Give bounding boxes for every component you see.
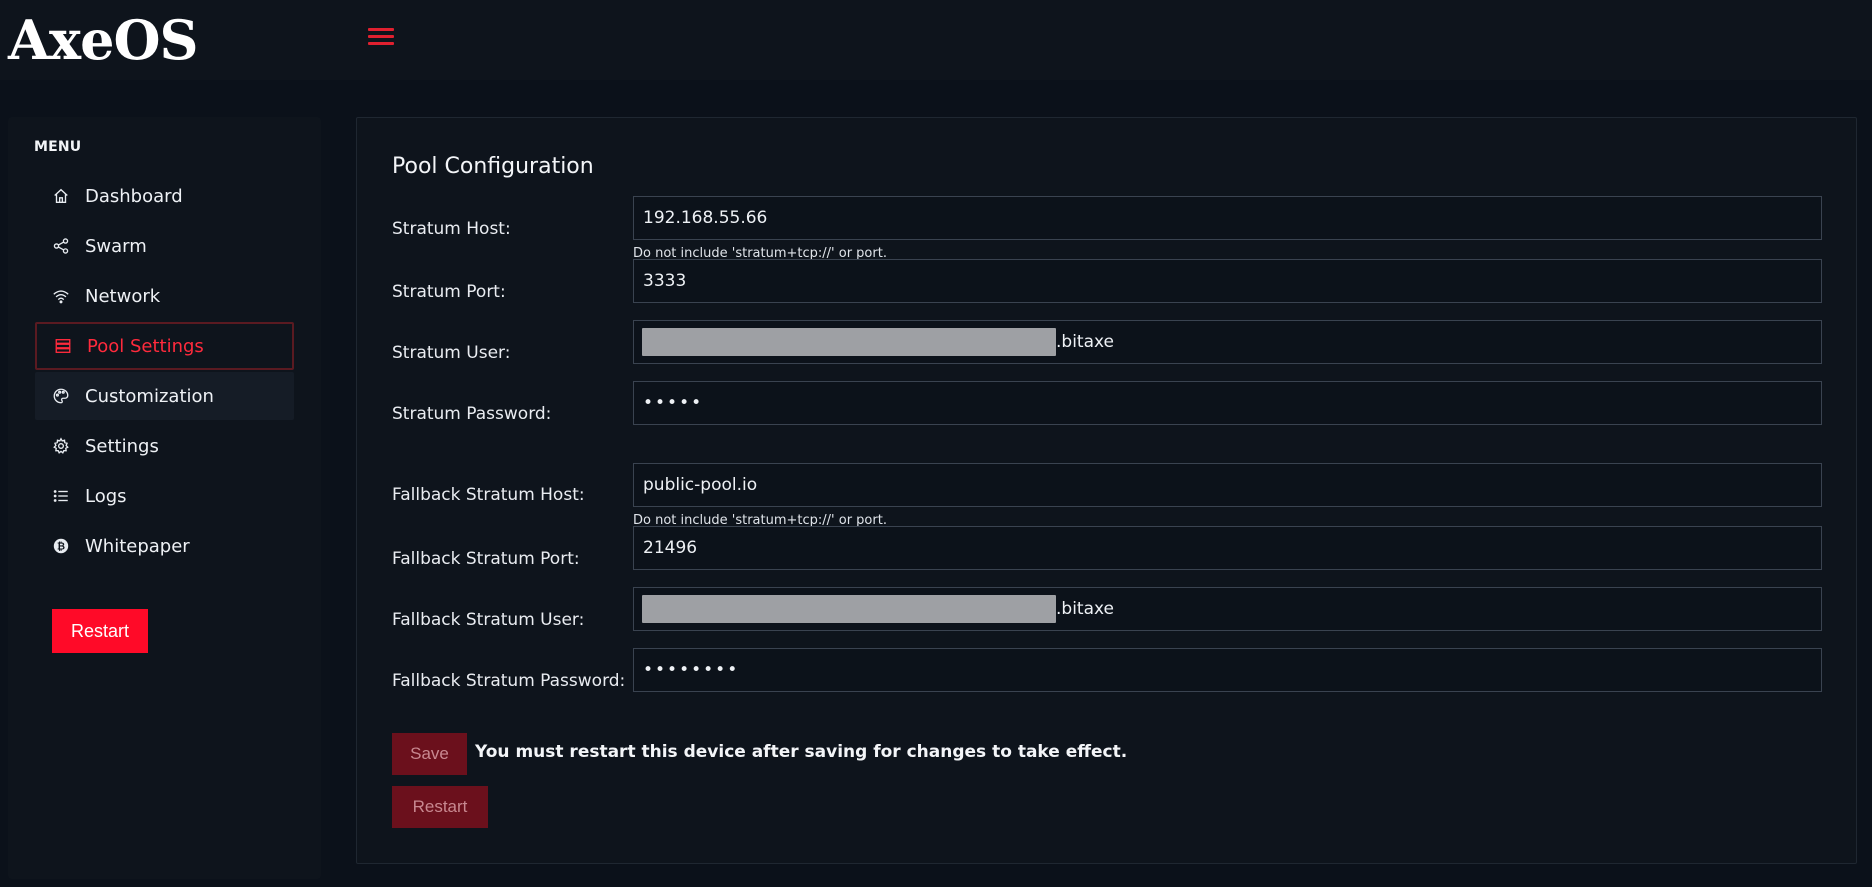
fallback-host-value: public-pool.io <box>643 475 758 495</box>
sidebar-item-label: Logs <box>85 485 127 507</box>
restart-button[interactable]: Restart <box>392 786 488 828</box>
sidebar-item-settings[interactable]: Settings <box>35 422 294 470</box>
stratum-password-value: ••••• <box>643 393 704 413</box>
stratum-user-suffix: .bitaxe <box>1056 332 1114 352</box>
stratum-host-label: Stratum Host: <box>392 219 511 239</box>
fallback-host-input[interactable]: public-pool.io <box>633 463 1822 507</box>
hamburger-line <box>368 42 394 45</box>
sidebar-item-label: Pool Settings <box>87 335 204 357</box>
fallback-password-label: Fallback Stratum Password: <box>392 671 626 691</box>
fallback-user-label: Fallback Stratum User: <box>392 610 585 630</box>
gear-icon <box>51 436 71 456</box>
sidebar-item-label: Dashboard <box>85 185 183 207</box>
sidebar-restart-button[interactable]: Restart <box>52 609 148 653</box>
sidebar-item-label: Settings <box>85 435 159 457</box>
stratum-user-label: Stratum User: <box>392 343 511 363</box>
sidebar-item-label: Network <box>85 285 161 307</box>
sidebar-item-whitepaper[interactable]: ₿ Whitepaper <box>35 522 294 570</box>
sidebar-item-network[interactable]: Network <box>35 272 294 320</box>
fallback-user-suffix: .bitaxe <box>1056 599 1114 619</box>
hamburger-line <box>368 35 394 38</box>
sidebar: MENU Dashboard Swarm Network Pool Settin… <box>8 117 321 879</box>
fallback-port-label: Fallback Stratum Port: <box>392 549 580 569</box>
redacted-block <box>642 595 1056 623</box>
fallback-password-value: •••••••• <box>643 660 740 680</box>
fallback-port-value: 21496 <box>643 538 698 558</box>
fallback-password-input[interactable]: •••••••• <box>633 648 1822 692</box>
axeos-logo: AxeOS <box>8 8 198 72</box>
sidebar-item-dashboard[interactable]: Dashboard <box>35 172 294 220</box>
pool-configuration-card: Pool Configuration Stratum Host: 192.168… <box>356 117 1857 864</box>
stratum-password-label: Stratum Password: <box>392 404 552 424</box>
redacted-block <box>642 328 1056 356</box>
sidebar-item-logs[interactable]: Logs <box>35 472 294 520</box>
stratum-port-label: Stratum Port: <box>392 282 506 302</box>
sidebar-item-swarm[interactable]: Swarm <box>35 222 294 270</box>
stratum-port-value: 3333 <box>643 271 687 291</box>
page-title: Pool Configuration <box>392 154 594 179</box>
sidebar-item-label: Whitepaper <box>85 535 190 557</box>
stratum-user-input[interactable]: .bitaxe <box>633 320 1822 364</box>
hamburger-menu-icon[interactable] <box>366 24 396 50</box>
server-icon <box>53 336 73 356</box>
sidebar-item-label: Customization <box>85 385 214 407</box>
home-icon <box>51 186 71 206</box>
hamburger-line <box>368 28 394 31</box>
top-bar: AxeOS <box>0 0 1872 80</box>
stratum-host-value: 192.168.55.66 <box>643 208 768 228</box>
sidebar-item-pool-settings[interactable]: Pool Settings <box>35 322 294 370</box>
svg-text:₿: ₿ <box>57 542 65 553</box>
sidebar-item-label: Swarm <box>85 235 147 257</box>
palette-icon <box>51 386 71 406</box>
stratum-port-input[interactable]: 3333 <box>633 259 1822 303</box>
share-icon <box>51 236 71 256</box>
menu-title: MENU <box>34 139 82 155</box>
list-icon <box>51 486 71 506</box>
fallback-host-label: Fallback Stratum Host: <box>392 485 585 505</box>
save-note: You must restart this device after savin… <box>475 742 1128 762</box>
fallback-port-input[interactable]: 21496 <box>633 526 1822 570</box>
stratum-password-input[interactable]: ••••• <box>633 381 1822 425</box>
bitcoin-icon: ₿ <box>51 536 71 556</box>
save-button[interactable]: Save <box>392 733 467 775</box>
sidebar-item-customization[interactable]: Customization <box>35 372 294 420</box>
stratum-host-input[interactable]: 192.168.55.66 <box>633 196 1822 240</box>
wifi-icon <box>51 286 71 306</box>
fallback-user-input[interactable]: .bitaxe <box>633 587 1822 631</box>
